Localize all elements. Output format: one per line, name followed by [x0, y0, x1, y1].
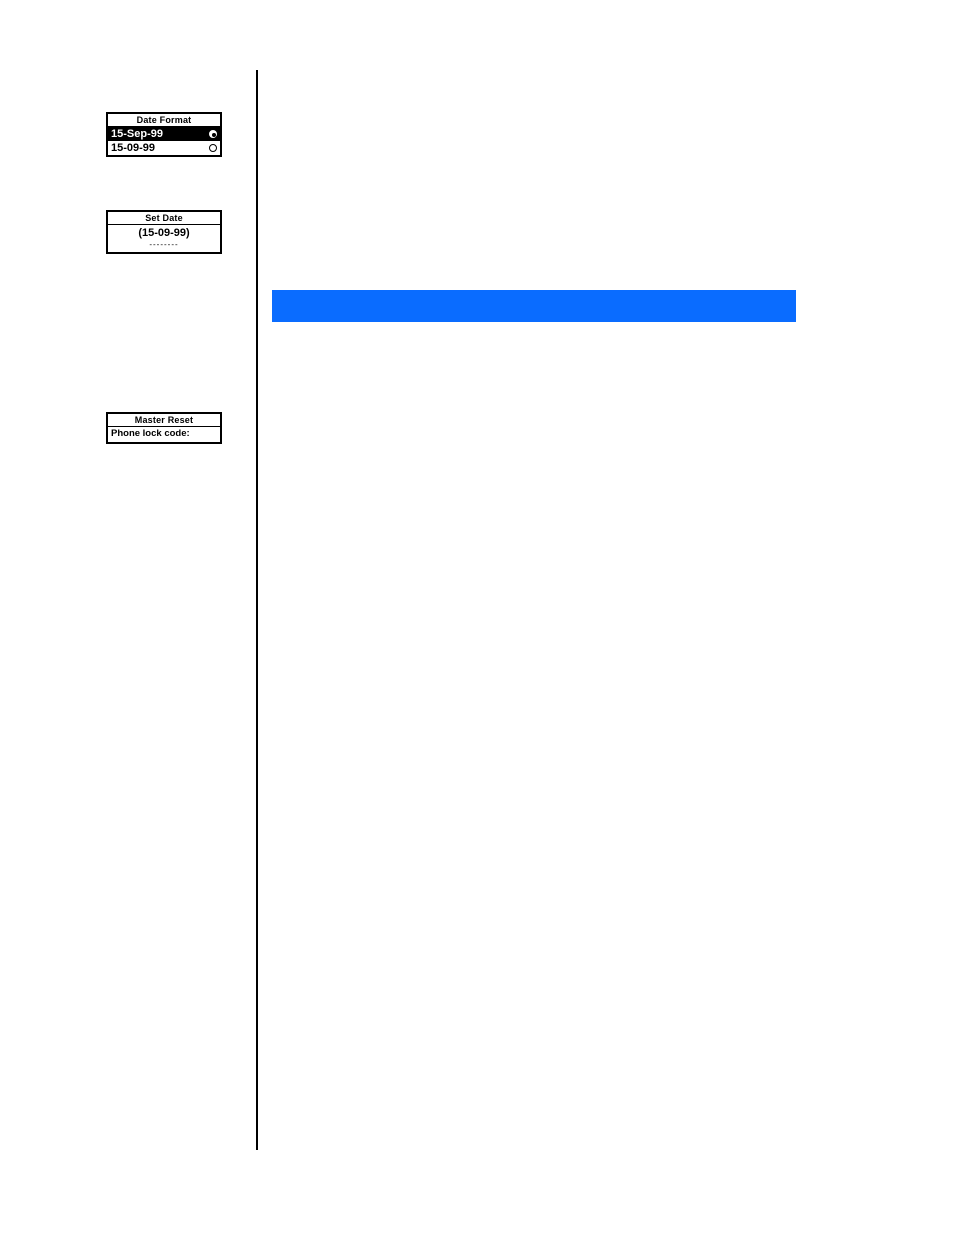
- set-date-value: (15-09-99): [108, 225, 220, 240]
- lcd-screen-set-date: Set Date (15-09-99) --------: [106, 210, 246, 260]
- lcd-screen-date-format: Date Format 15-Sep-99 15-09-99: [106, 112, 246, 163]
- vertical-divider: [256, 70, 258, 1150]
- lcd-screen-master-reset: Master Reset Phone lock code:: [106, 412, 246, 450]
- date-format-option[interactable]: 15-09-99: [108, 141, 220, 155]
- set-date-input-dashes: --------: [108, 240, 220, 252]
- option-label: 15-Sep-99: [111, 128, 163, 140]
- radio-unselected-icon: [209, 144, 217, 152]
- date-format-option-selected[interactable]: 15-Sep-99: [108, 127, 220, 141]
- radio-selected-icon: [209, 130, 217, 138]
- lcd-title: Date Format: [108, 114, 220, 127]
- lcd-title: Set Date: [108, 212, 220, 225]
- page: Date Format 15-Sep-99 15-09-99 Set Date …: [0, 0, 954, 1235]
- phone-lock-code-prompt: Phone lock code:: [108, 427, 220, 442]
- lcd-title: Master Reset: [108, 414, 220, 427]
- section-heading-bar: [272, 290, 796, 322]
- option-label: 15-09-99: [111, 142, 155, 154]
